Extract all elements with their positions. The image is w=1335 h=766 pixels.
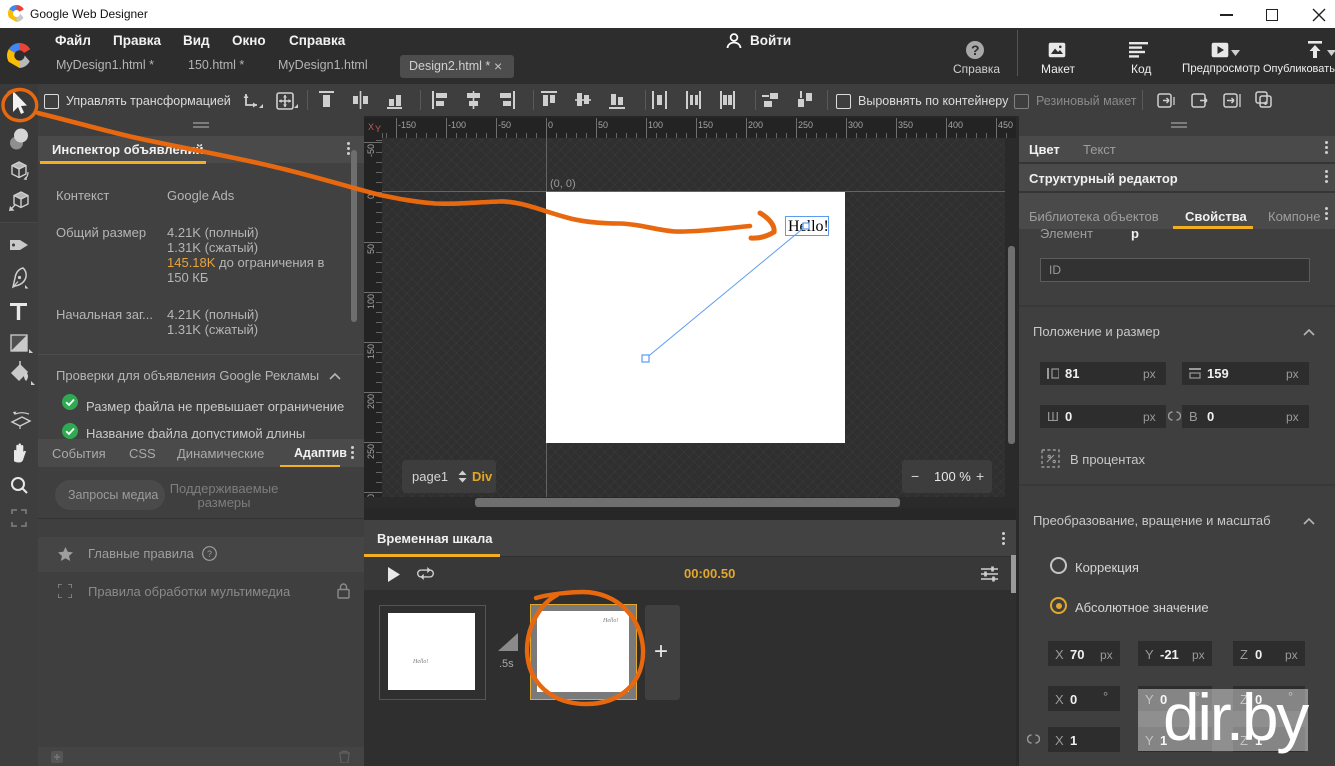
svg-text:?: ?	[207, 549, 212, 559]
